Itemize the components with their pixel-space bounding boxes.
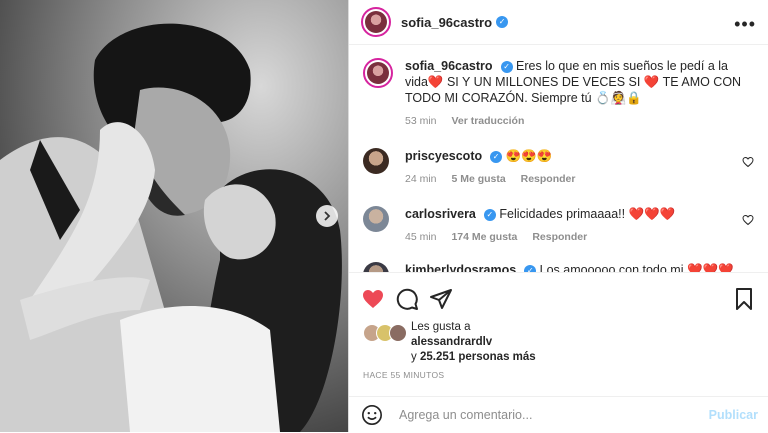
share-icon[interactable]: [429, 287, 453, 311]
caption-time[interactable]: 53 min: [405, 115, 437, 127]
emoji-icon[interactable]: [361, 404, 383, 426]
reply-button[interactable]: Responder: [532, 231, 587, 243]
publish-button[interactable]: Publicar: [709, 408, 758, 422]
author-username[interactable]: sofia_96castro: [401, 15, 492, 30]
verified-badge-icon: ✓: [490, 150, 503, 163]
verified-badge-icon: ✓: [500, 60, 513, 73]
comment-avatar[interactable]: [363, 148, 389, 174]
post-timestamp[interactable]: HACE 55 MINUTOS: [363, 370, 444, 380]
comment-likes[interactable]: 174 Me gusta: [451, 231, 517, 243]
comment-time[interactable]: 24 min: [405, 173, 437, 185]
post-panel: sofia_96castro ✓ ••• sofia_96castro ✓ Ere…: [348, 0, 768, 432]
likes-rest-prefix: y: [411, 351, 417, 363]
comments-list: sofia_96castro ✓ Eres lo que en mis sueño…: [349, 44, 768, 272]
chevron-right-icon: [324, 211, 331, 221]
likes-count[interactable]: 25.251: [420, 351, 455, 363]
comment-username[interactable]: priscyescoto: [405, 149, 482, 163]
likes-summary: Les gusta a alessandrardlv y 25.251 pers…: [363, 320, 536, 365]
caption-item: sofia_96castro ✓ Eres lo que en mis sueño…: [363, 58, 754, 129]
caption-username[interactable]: sofia_96castro: [405, 59, 493, 73]
comment-likes[interactable]: 5 Me gusta: [451, 173, 505, 185]
comment-avatar[interactable]: [363, 262, 389, 272]
comment-icon[interactable]: [395, 287, 419, 311]
more-options-icon[interactable]: •••: [734, 14, 756, 35]
comment-time[interactable]: 45 min: [405, 231, 437, 243]
comment-avatar[interactable]: [363, 206, 389, 232]
like-comment-heart-icon[interactable]: [742, 156, 754, 168]
verified-badge-icon: ✓: [483, 208, 496, 221]
action-bar: [349, 272, 768, 325]
comment-input[interactable]: [397, 407, 701, 423]
likers-avatars: [363, 324, 407, 342]
avatar: [389, 324, 407, 342]
next-photo-button[interactable]: [316, 205, 338, 227]
author-avatar[interactable]: [361, 7, 391, 37]
post-header: sofia_96castro ✓ •••: [349, 0, 768, 45]
add-comment-bar: Publicar: [349, 396, 768, 433]
comment-text: 😍😍😍: [505, 149, 553, 163]
likes-rest-suffix[interactable]: personas más: [458, 351, 535, 363]
like-comment-heart-icon[interactable]: [742, 214, 754, 226]
comment-text: Los amooooo con todo mi ❤️❤️❤️: [539, 263, 734, 272]
comment-username[interactable]: kimberlydosramos: [405, 263, 516, 272]
comment-text: Felicidades primaaaa!! ❤️❤️❤️: [499, 207, 676, 221]
comment-item: carlosrivera ✓ Felicidades primaaaa!! ❤️❤…: [363, 206, 754, 245]
comment-item: kimberlydosramos ✓ Los amooooo con todo m…: [363, 262, 754, 272]
caption-avatar[interactable]: [363, 58, 393, 88]
comment-item: priscyescoto ✓ 😍😍😍 24 min 5 Me gusta Resp…: [363, 148, 754, 187]
verified-badge-icon: ✓: [524, 264, 537, 272]
save-bookmark-icon[interactable]: [732, 287, 756, 311]
reply-button[interactable]: Responder: [521, 173, 576, 185]
liked-heart-icon[interactable]: [361, 287, 385, 311]
translate-link[interactable]: Ver traducción: [451, 115, 524, 127]
post-photo[interactable]: [0, 0, 348, 432]
liker-username[interactable]: alessandrardlv: [411, 336, 492, 348]
couple-photo-illustration: [0, 0, 348, 432]
verified-badge-icon: ✓: [496, 16, 509, 28]
likes-prefix: Les gusta a: [411, 321, 471, 333]
comment-username[interactable]: carlosrivera: [405, 207, 476, 221]
